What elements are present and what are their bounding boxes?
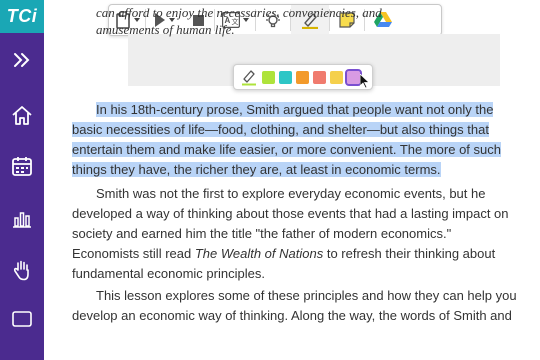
highlighted-text[interactable]: basic necessities of life—food, clothing… (72, 122, 489, 137)
color-swatch-pink[interactable] (345, 68, 362, 86)
paragraph-highlighted[interactable]: In his 18th-century prose, Smith argued … (72, 100, 501, 180)
text-line: Smith was not the first to explore every… (96, 186, 486, 201)
text-line: develop an economic way of thinking. Alo… (72, 308, 512, 323)
highlighter-icon[interactable] (240, 68, 258, 86)
color-swatch-salmon[interactable] (313, 70, 326, 84)
logo-text: TCi (6, 6, 38, 26)
raise-hand-button[interactable] (0, 250, 44, 290)
highlight-color-popup (233, 64, 373, 90)
calendar-button[interactable] (0, 146, 44, 186)
paragraph: Smith was not the first to explore every… (72, 184, 509, 284)
home-icon (12, 106, 32, 125)
book-title: The Wealth of Nations (194, 246, 324, 261)
text-segment: to refresh their thinking about (323, 246, 496, 261)
expand-sidebar-button[interactable] (0, 40, 44, 80)
text-line: developed a way of thinking about those … (72, 206, 509, 221)
highlighted-text[interactable]: entertain them and make life easier, or … (72, 142, 501, 157)
text-segment: Economists still read (72, 246, 195, 261)
text-line: society and earned him the title "the fa… (72, 226, 452, 241)
color-swatch-green[interactable] (262, 70, 275, 84)
mouse-cursor-icon (360, 74, 370, 89)
color-swatch-orange[interactable] (296, 70, 309, 84)
highlighted-text[interactable]: things they have, the richer they are, a… (72, 162, 441, 177)
hand-icon (13, 260, 29, 281)
text-line: Economists still read The Wealth of Nati… (72, 244, 495, 264)
color-swatch-teal[interactable] (279, 70, 292, 84)
quote-line: can afford to enjoy the necessaries, con… (96, 5, 382, 20)
sidebar: TCi (0, 0, 44, 360)
home-button[interactable] (0, 96, 44, 136)
calendar-icon (12, 157, 32, 176)
sidebar-more-button[interactable] (0, 306, 44, 327)
text-line: fundamental economic principles. (72, 266, 265, 281)
bar-chart-icon (13, 212, 31, 228)
highlighted-text[interactable]: In his 18th-century prose, Smith argued … (96, 102, 494, 117)
reports-button[interactable] (0, 198, 44, 238)
quote-line: amusements of human life. (96, 22, 235, 37)
book-icon (12, 311, 32, 327)
chevrons-right-icon (14, 53, 30, 67)
paragraph: This lesson explores some of these princ… (72, 286, 517, 326)
quote-text: can afford to enjoy the necessaries, con… (96, 4, 436, 38)
text-line: This lesson explores some of these princ… (96, 288, 517, 303)
color-swatch-yellow[interactable] (330, 70, 343, 84)
tci-logo[interactable]: TCi (0, 0, 44, 33)
